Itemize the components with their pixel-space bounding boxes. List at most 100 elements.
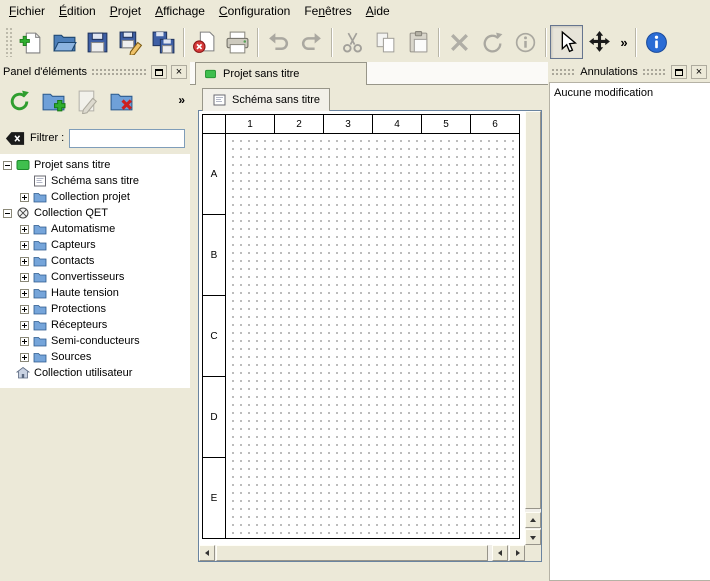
info-circle-icon: [513, 30, 538, 55]
reload-collections-button[interactable]: [4, 86, 35, 117]
document-new-icon: [19, 30, 44, 55]
tree-item[interactable]: Convertisseurs: [0, 269, 190, 285]
folder-icon: [33, 191, 47, 203]
toolbar-overflow-button[interactable]: »: [616, 25, 632, 59]
tree-expander[interactable]: [20, 305, 29, 314]
clear-filter-icon[interactable]: [5, 131, 25, 146]
save-button[interactable]: [81, 25, 114, 59]
arrow-down-icon: [530, 536, 536, 543]
tree-item[interactable]: Capteurs: [0, 237, 190, 253]
print-button[interactable]: [221, 25, 254, 59]
schema-icon: [33, 175, 47, 187]
tree-expander[interactable]: [20, 321, 29, 330]
tree-expander[interactable]: [20, 241, 29, 250]
tree-item[interactable]: Collection QET: [0, 205, 190, 221]
tree-expander[interactable]: [20, 193, 29, 202]
dock-grip[interactable]: [551, 68, 576, 76]
tree-expander[interactable]: [3, 161, 12, 170]
tree-item-label: Récepteurs: [51, 319, 107, 331]
redo-button[interactable]: [295, 25, 328, 59]
edit-pencil-icon: [75, 89, 100, 114]
select-mode-button[interactable]: [550, 25, 583, 59]
new-element-button[interactable]: [38, 86, 69, 117]
dock-float-button[interactable]: [151, 65, 167, 79]
undo-button[interactable]: [262, 25, 295, 59]
menu-aide[interactable]: Aide: [359, 1, 397, 21]
undo-empty-message: Aucune modification: [554, 87, 706, 99]
tree-item[interactable]: Projet sans titre: [0, 157, 190, 173]
properties-button[interactable]: [509, 25, 542, 59]
toolbar-handle[interactable]: [5, 27, 12, 57]
menu-edition[interactable]: Édition: [52, 1, 103, 21]
tree-item[interactable]: Haute tension: [0, 285, 190, 301]
vscroll-down-button[interactable]: [525, 529, 541, 545]
dock-close-button[interactable]: ×: [691, 65, 707, 79]
grid-area[interactable]: [226, 134, 519, 538]
tree-expander[interactable]: [3, 209, 12, 218]
dock-float-button[interactable]: [671, 65, 687, 79]
delete-button[interactable]: [443, 25, 476, 59]
open-project-button[interactable]: [48, 25, 81, 59]
dock-close-button[interactable]: ×: [171, 65, 187, 79]
dock-grip[interactable]: [642, 68, 667, 76]
menu-fichier[interactable]: Fichier: [2, 1, 52, 21]
save-all-button[interactable]: [147, 25, 180, 59]
ruler-corner: [203, 115, 225, 133]
tree-item[interactable]: Sources: [0, 349, 190, 365]
tree-expander[interactable]: [20, 337, 29, 346]
paste-button[interactable]: [402, 25, 435, 59]
tree-item[interactable]: Collection utilisateur: [0, 365, 190, 381]
diagram-canvas[interactable]: 123456ABCDE: [199, 111, 525, 545]
undo-dock-title: Annulations: [580, 66, 638, 78]
hscroll-right-button[interactable]: [509, 545, 525, 561]
move-cross-icon: [587, 30, 612, 55]
tree-expander[interactable]: [20, 225, 29, 234]
tree-item[interactable]: Semi-conducteurs: [0, 333, 190, 349]
copy-icon: [373, 30, 398, 55]
folder-icon: [33, 287, 47, 299]
tree-item[interactable]: Récepteurs: [0, 317, 190, 333]
copy-button[interactable]: [369, 25, 402, 59]
vscroll-thumb[interactable]: [525, 111, 541, 509]
filter-input[interactable]: [69, 129, 185, 148]
new-project-button[interactable]: [15, 25, 48, 59]
panel-overflow-button[interactable]: »: [178, 93, 185, 107]
hscroll-left-button-2[interactable]: [492, 545, 508, 561]
tree-item[interactable]: Schéma sans titre: [0, 173, 190, 189]
project-tab[interactable]: Projet sans titre: [195, 62, 367, 85]
diagram-tab[interactable]: Schéma sans titre: [202, 88, 330, 111]
tree-expander[interactable]: [20, 289, 29, 298]
tree-item[interactable]: Protections: [0, 301, 190, 317]
menu-projet[interactable]: Projet: [103, 1, 148, 21]
elements-panel-toolbar: »: [0, 82, 190, 120]
cut-button[interactable]: [336, 25, 369, 59]
save-as-icon: [118, 30, 143, 55]
about-button[interactable]: [640, 25, 673, 59]
menu-affichage[interactable]: Affichage: [148, 1, 212, 21]
rotate-icon: [480, 30, 505, 55]
delete-element-button[interactable]: [106, 86, 137, 117]
tree-expander[interactable]: [20, 257, 29, 266]
tree-item[interactable]: Automatisme: [0, 221, 190, 237]
undo-dock-titlebar[interactable]: Annulations ×: [548, 62, 710, 82]
menu-fenetres[interactable]: Fenêtres: [297, 1, 358, 21]
vscroll-up-button[interactable]: [525, 512, 541, 528]
tree-expander[interactable]: [20, 273, 29, 282]
tree-item[interactable]: Contacts: [0, 253, 190, 269]
tree-item[interactable]: Collection projet: [0, 189, 190, 205]
edit-element-button[interactable]: [72, 86, 103, 117]
dock-grip[interactable]: [91, 68, 147, 76]
menu-configuration[interactable]: Configuration: [212, 1, 297, 21]
folder-icon: [33, 351, 47, 363]
qet-icon: [16, 207, 30, 219]
folder-icon: [33, 303, 47, 315]
elements-panel-titlebar[interactable]: Panel d'éléments ×: [0, 62, 190, 82]
close-project-button[interactable]: [188, 25, 221, 59]
hscroll-left-button[interactable]: [199, 545, 215, 561]
save-as-button[interactable]: [114, 25, 147, 59]
tree-expander[interactable]: [20, 353, 29, 362]
hscroll-thumb[interactable]: [216, 545, 488, 561]
undo-list[interactable]: Aucune modification: [549, 82, 710, 581]
rotate-button[interactable]: [476, 25, 509, 59]
pan-mode-button[interactable]: [583, 25, 616, 59]
